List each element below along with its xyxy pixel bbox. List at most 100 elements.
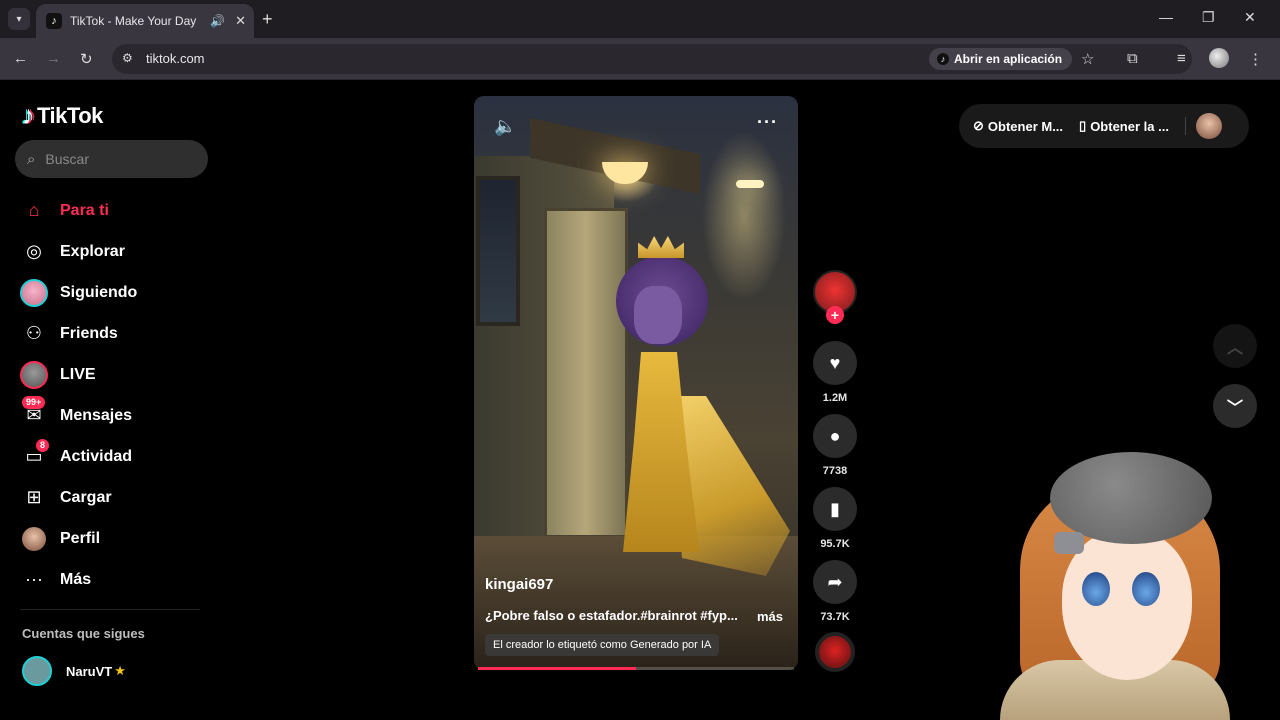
- share-icon: ➦: [827, 571, 843, 592]
- sidebar-item-para-ti[interactable]: ⌂ Para ti: [20, 190, 210, 231]
- follow-plus-button[interactable]: +: [826, 306, 844, 324]
- get-coins-label: Obtener M...: [987, 118, 1064, 134]
- video-progress-fill: [478, 667, 636, 670]
- open-in-app-button[interactable]: ♪ Abrir en aplicación: [929, 48, 1073, 70]
- vtuber-right-eye: [1132, 572, 1160, 606]
- following-section-title: Cuentas que sigues: [22, 626, 145, 641]
- search-icon: ⌕: [27, 150, 36, 168]
- next-video-button[interactable]: ﹀: [1213, 384, 1257, 428]
- vtuber-left-eye: [1082, 572, 1110, 606]
- pill-divider: [1184, 117, 1186, 135]
- user-avatar[interactable]: [1195, 113, 1222, 139]
- reload-button[interactable]: ↻: [80, 50, 93, 68]
- compass-icon: ◎: [26, 241, 42, 261]
- previous-video-button[interactable]: ︿: [1213, 324, 1257, 368]
- restore-button[interactable]: ❐: [1202, 9, 1215, 26]
- sidebar-item-label: Actividad: [60, 447, 133, 465]
- browser-toolbar: ← → ↻ ⚙ tiktok.com ♪ Abrir en aplicación…: [0, 38, 1280, 80]
- close-window-button[interactable]: ✕: [1244, 9, 1256, 26]
- coin-icon: ⊘: [973, 118, 984, 133]
- save-count: 95.7K: [820, 538, 850, 550]
- minimize-button[interactable]: —: [1159, 9, 1173, 25]
- bookmark-icon: ▮: [830, 498, 840, 519]
- tiktok-note-icon: ♪: [22, 100, 35, 130]
- messages-icon: ✉ 99+: [20, 395, 48, 430]
- video-scene-streetlight: [736, 180, 764, 188]
- tab-search-button[interactable]: ▾: [8, 8, 30, 30]
- get-coins-button[interactable]: ⊘ Obtener M...: [973, 118, 1063, 134]
- tab-audio-icon[interactable]: 🔊: [210, 14, 225, 28]
- sidebar-item-label: Cargar: [60, 488, 112, 506]
- video-scene-window: [476, 176, 520, 326]
- sidebar-item-label: LIVE: [60, 365, 96, 383]
- tab-close-icon[interactable]: ✕: [235, 13, 246, 29]
- music-disc-icon[interactable]: [815, 632, 855, 672]
- back-button[interactable]: ←: [13, 50, 28, 67]
- sidebar-item-perfil[interactable]: Perfil: [20, 518, 210, 559]
- chevron-down-icon: ﹀: [1226, 400, 1243, 417]
- media-controls-icon[interactable]: ≡: [1177, 50, 1186, 67]
- get-app-button[interactable]: ▯ Obtener la ...: [1079, 118, 1169, 134]
- extensions-icon[interactable]: ⧉: [1127, 50, 1138, 67]
- sidebar-item-label: Siguiendo: [60, 283, 138, 301]
- star-icon: ★: [114, 663, 126, 678]
- site-settings-icon[interactable]: ⚙: [122, 51, 136, 65]
- sidebar-item-label: Friends: [60, 324, 118, 342]
- browser-tab[interactable]: ♪ TikTok - Make Your Day 🔊 ✕: [36, 4, 254, 38]
- sidebar-item-label: Mensajes: [60, 406, 133, 424]
- new-tab-button[interactable]: +: [262, 9, 273, 30]
- activity-badge: 8: [36, 438, 50, 452]
- ai-generated-label: El creador lo etiquetó como Generado por…: [485, 634, 720, 656]
- video-progress-bar[interactable]: [478, 667, 794, 670]
- forward-button[interactable]: →: [46, 50, 61, 67]
- comment-icon: ●: [829, 425, 841, 446]
- sidebar-item-mensajes[interactable]: ✉ 99+ Mensajes: [20, 395, 210, 436]
- sidebar-item-live[interactable]: LIVE: [20, 354, 210, 395]
- following-account-name: NaruVT: [66, 663, 113, 679]
- home-icon: ⌂: [28, 200, 40, 220]
- avatar: [22, 656, 52, 686]
- search-box[interactable]: ⌕: [15, 140, 208, 178]
- save-button[interactable]: ▮: [813, 487, 857, 531]
- caption-more-button[interactable]: más: [757, 609, 783, 624]
- browser-profile-avatar[interactable]: [1209, 48, 1229, 68]
- share-button[interactable]: ➦: [813, 560, 857, 604]
- like-count: 1.2M: [822, 392, 848, 404]
- video-scene-door: [544, 208, 628, 538]
- share-count: 73.7K: [820, 611, 850, 623]
- comment-button[interactable]: ●: [813, 414, 857, 458]
- tab-title: TikTok - Make Your Day: [70, 14, 197, 28]
- sidebar-item-actividad[interactable]: ▭ 8 Actividad: [20, 436, 210, 477]
- get-app-label: Obtener la ...: [1090, 118, 1169, 134]
- sidebar-item-mas[interactable]: ··· Más: [20, 559, 210, 600]
- sidebar-item-cargar[interactable]: ⊞ Cargar: [20, 477, 210, 518]
- vtuber-beret: [1050, 452, 1212, 544]
- following-avatar: [20, 278, 48, 307]
- like-button[interactable]: ♥: [813, 341, 857, 385]
- sidebar-item-label: Para ti: [60, 201, 109, 219]
- video-character-crown: [638, 236, 684, 258]
- vtuber-cat-hairclip: [1054, 532, 1084, 554]
- friends-icon: ⚇: [25, 323, 43, 343]
- volume-icon[interactable]: 🔈: [494, 116, 516, 137]
- browser-menu-icon[interactable]: ⋮: [1248, 50, 1263, 68]
- comment-count: 7738: [822, 465, 848, 477]
- open-in-app-label: Abrir en aplicación: [954, 52, 1063, 66]
- following-account[interactable]: NaruVT ★: [22, 656, 126, 686]
- bookmark-star-icon[interactable]: ☆: [1081, 50, 1094, 68]
- sidebar-item-siguiendo[interactable]: Siguiendo: [20, 272, 210, 313]
- search-input[interactable]: [45, 151, 186, 167]
- sidebar-item-label: Más: [60, 570, 92, 588]
- sidebar-item-label: Perfil: [60, 529, 101, 547]
- sidebar-nav: ⌂ Para ti ◎ Explorar Siguiendo ⚇ Friends…: [20, 190, 210, 600]
- tiktok-logo[interactable]: ♪ TikTok: [22, 100, 103, 131]
- sidebar-item-explorar[interactable]: ◎ Explorar: [20, 231, 210, 272]
- browser-tab-bar: ▾ ♪ TikTok - Make Your Day 🔊 ✕ + — ❐ ✕: [0, 0, 1280, 38]
- phone-icon: ▯: [1079, 118, 1087, 133]
- video-author[interactable]: kingai697: [485, 576, 553, 593]
- video-options-icon[interactable]: ···: [757, 112, 778, 133]
- sidebar-item-label: Explorar: [60, 242, 125, 260]
- sidebar-item-friends[interactable]: ⚇ Friends: [20, 313, 210, 354]
- video-caption: ¿Pobre falso o estafador.#brainrot #fyp.…: [485, 608, 738, 623]
- chevron-up-icon: ︿: [1226, 340, 1243, 357]
